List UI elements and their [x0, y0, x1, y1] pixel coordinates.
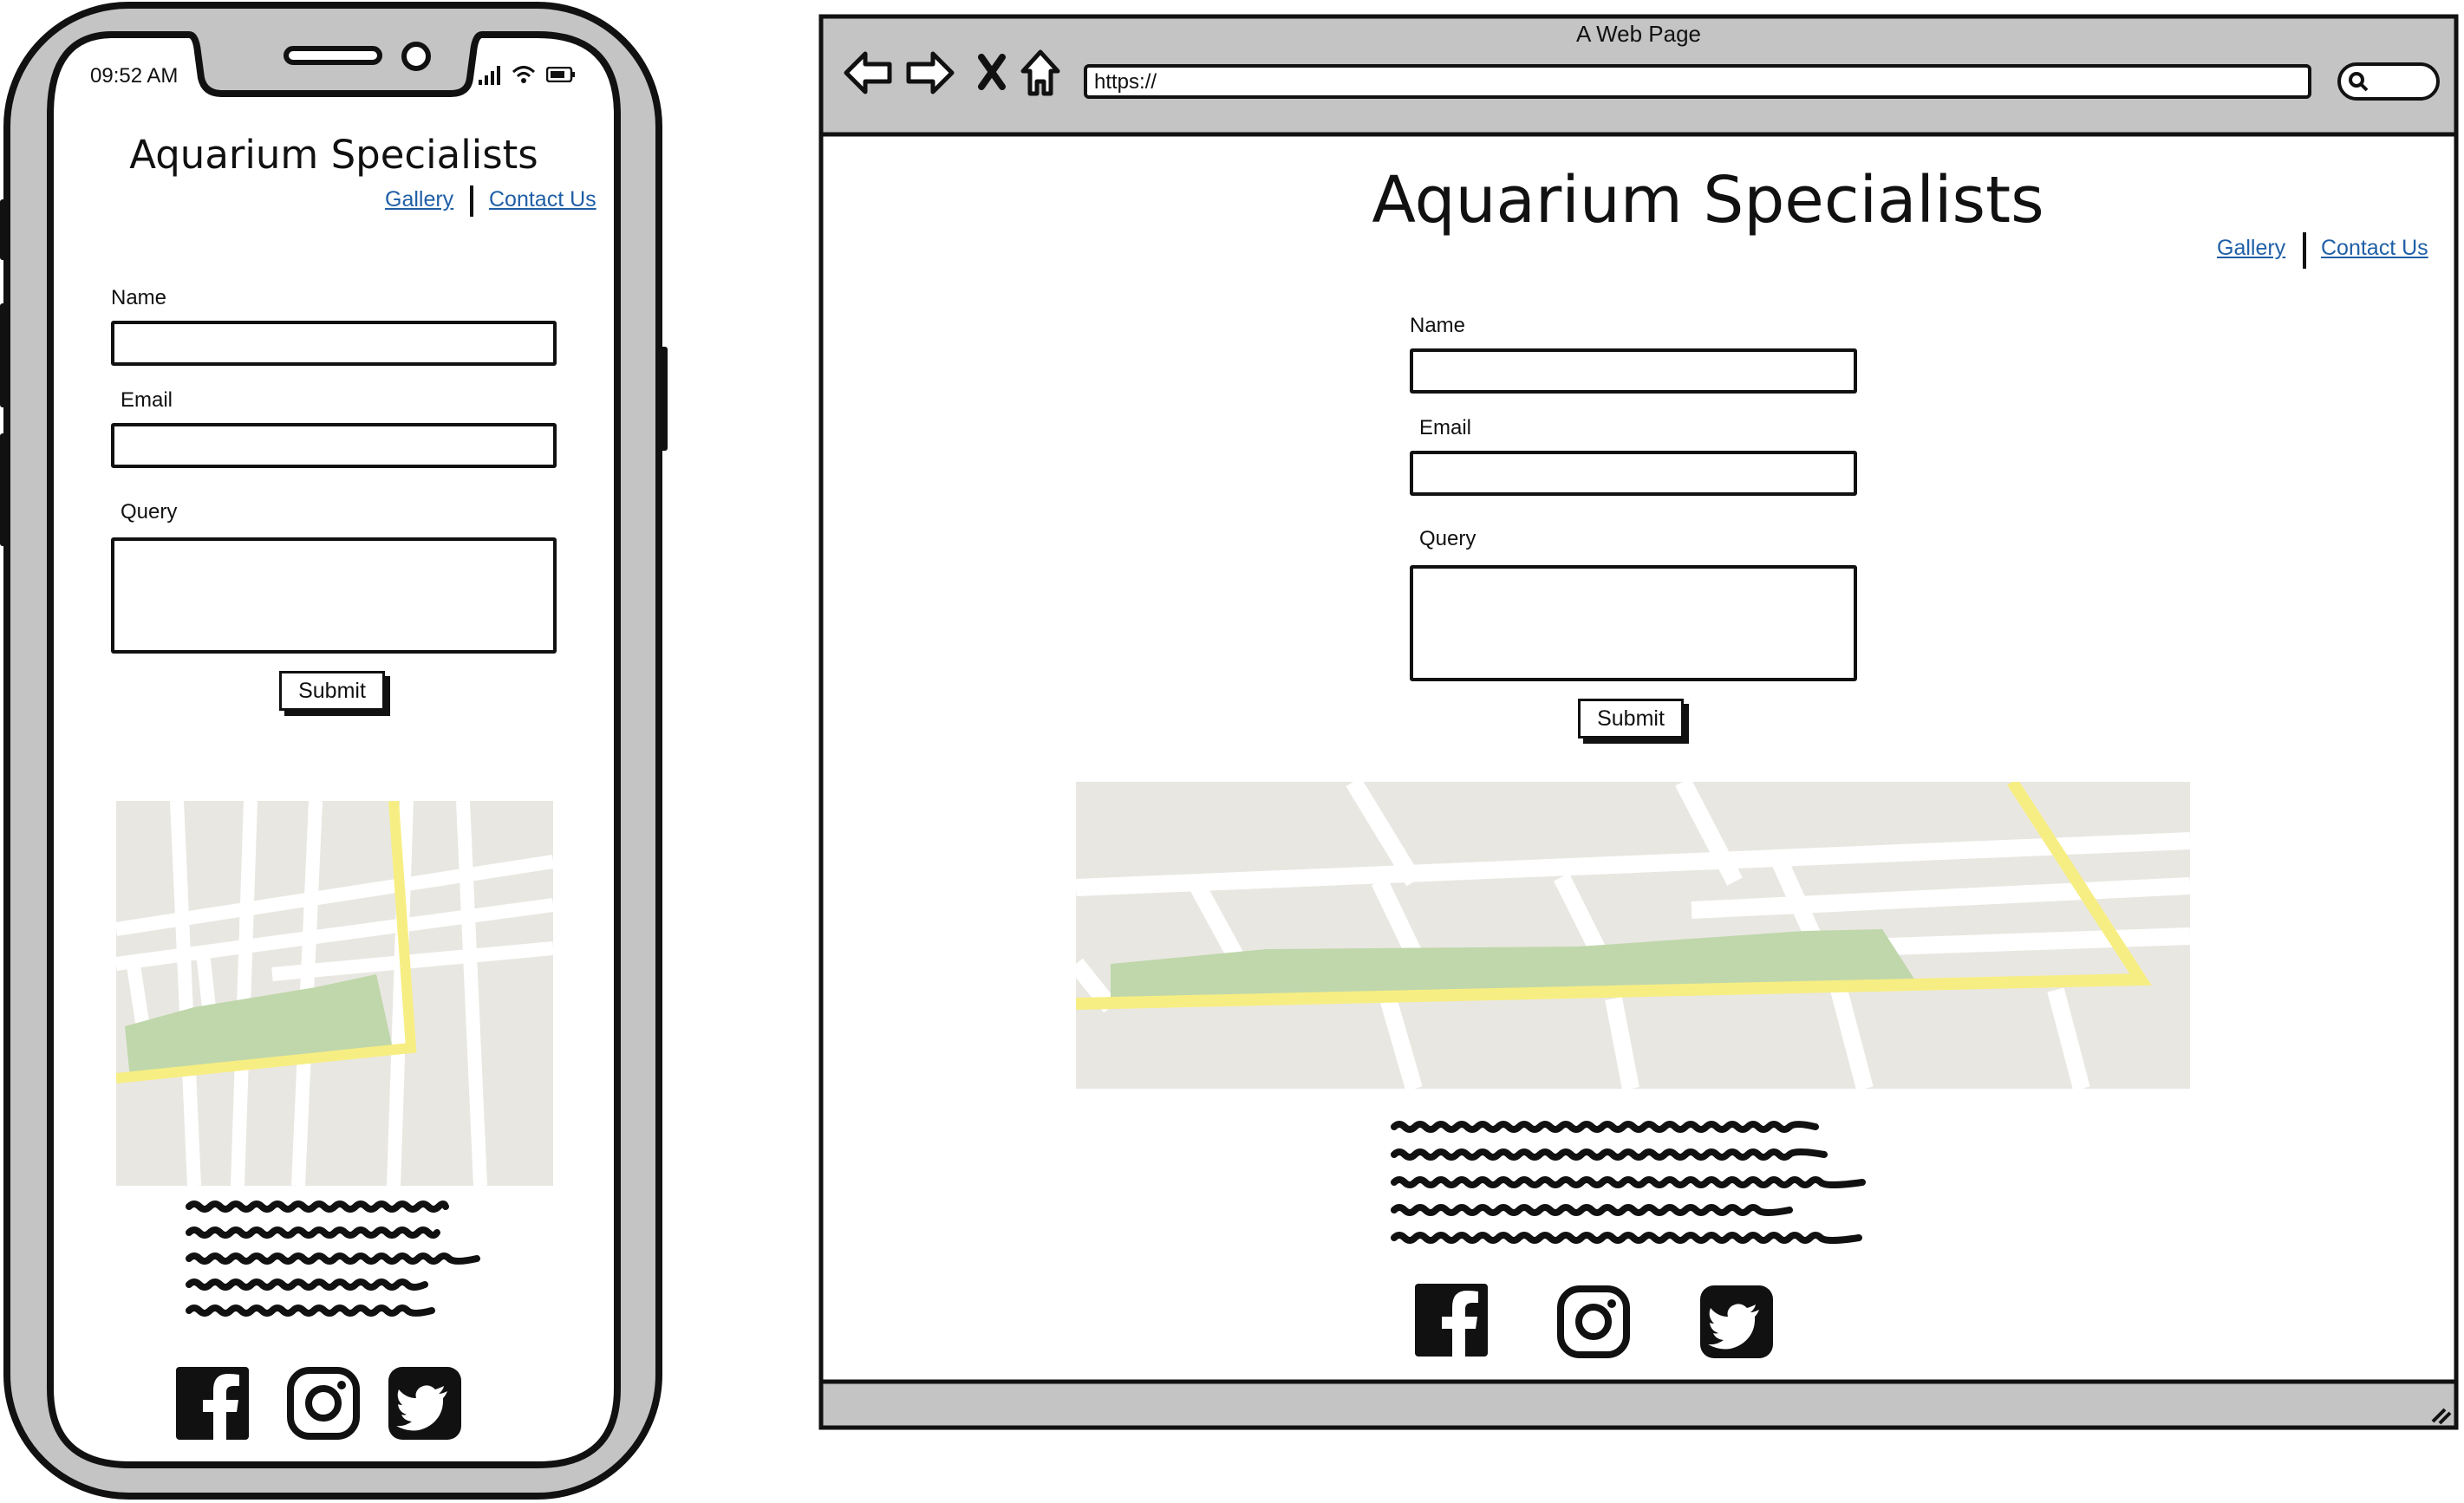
forward-icon[interactable]	[905, 50, 955, 95]
name-label: Name	[1410, 314, 1466, 337]
email-field[interactable]	[111, 423, 557, 468]
query-label: Query	[1419, 527, 1476, 550]
back-icon[interactable]	[843, 50, 893, 95]
facebook-icon[interactable]	[176, 1367, 249, 1440]
name-field[interactable]	[111, 321, 557, 366]
email-label: Email	[121, 388, 173, 412]
status-time: 09:52 AM	[90, 64, 179, 88]
home-icon[interactable]	[1020, 49, 1061, 97]
instagram-icon[interactable]	[287, 1367, 360, 1440]
nav-contact-link[interactable]: Contact Us	[489, 187, 596, 212]
site-title: Aquarium Specialists	[129, 132, 538, 178]
signal-icon	[479, 64, 503, 85]
body-text-placeholder	[186, 1194, 480, 1324]
instagram-icon[interactable]	[1557, 1285, 1630, 1358]
email-label: Email	[1419, 416, 1472, 439]
submit-button[interactable]: Submit	[279, 671, 385, 711]
url-bar[interactable]: https://	[1084, 64, 2311, 99]
search-icon	[2348, 71, 2370, 94]
email-field[interactable]	[1410, 451, 1857, 496]
url-text: https://	[1094, 70, 1157, 94]
battery-icon	[545, 66, 576, 83]
submit-button[interactable]: Submit	[1578, 699, 1684, 738]
name-label: Name	[111, 286, 167, 309]
query-label: Query	[121, 500, 178, 524]
nav-divider	[470, 185, 473, 217]
query-textarea[interactable]	[1410, 565, 1857, 681]
phone-nav: Gallery Contact Us	[373, 185, 607, 220]
nav-contact-link[interactable]: Contact Us	[2321, 236, 2428, 261]
window-title: A Web Page	[1575, 21, 1702, 47]
nav-divider	[2303, 232, 2306, 269]
query-textarea[interactable]	[111, 537, 557, 654]
body-text-placeholder	[1391, 1115, 1876, 1253]
map-image	[116, 801, 553, 1186]
twitter-icon[interactable]	[388, 1367, 461, 1440]
twitter-icon[interactable]	[1700, 1285, 1773, 1358]
facebook-icon[interactable]	[1415, 1284, 1488, 1357]
map-image	[1076, 782, 2190, 1089]
nav-gallery-link[interactable]: Gallery	[385, 187, 453, 212]
browser-nav: Gallery Contact Us	[2202, 232, 2445, 270]
stop-icon[interactable]	[976, 54, 1007, 90]
nav-gallery-link[interactable]: Gallery	[2217, 236, 2285, 261]
search-box[interactable]	[2337, 62, 2440, 101]
site-title: Aquarium Specialists	[1372, 163, 2044, 237]
name-field[interactable]	[1410, 348, 1857, 394]
wifi-icon	[512, 64, 536, 85]
